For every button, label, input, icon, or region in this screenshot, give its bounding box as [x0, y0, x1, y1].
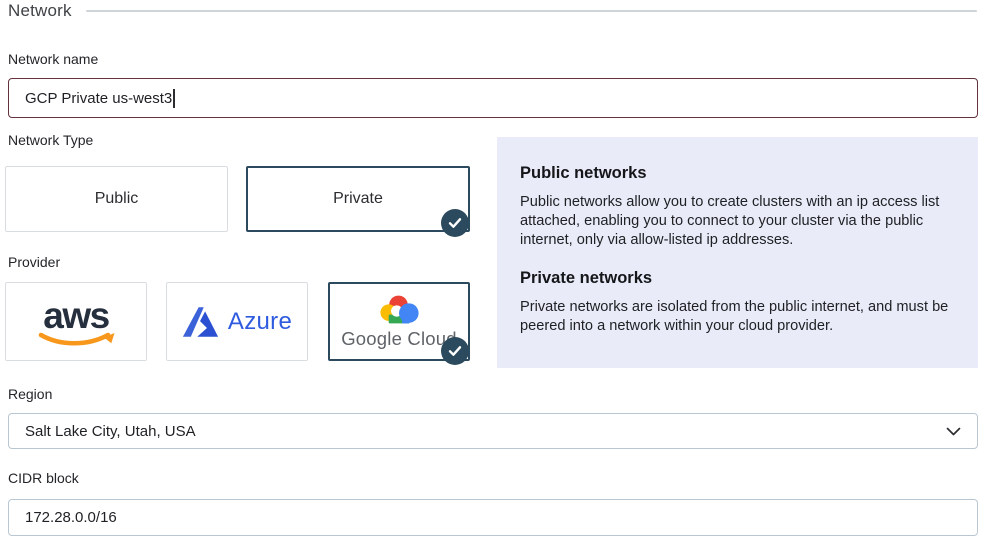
network-form: Network Network name GCP Private us-west…: [0, 0, 983, 541]
region-label: Region: [8, 386, 52, 402]
chevron-down-icon: [946, 427, 961, 436]
network-name-value: GCP Private us-west3: [25, 90, 172, 107]
network-type-option-public[interactable]: Public: [5, 166, 228, 232]
section-header: Network: [8, 1, 977, 21]
provider-label: Provider: [8, 254, 60, 270]
network-type-option-label: Public: [95, 190, 139, 208]
google-cloud-icon: [377, 293, 421, 326]
cidr-block-value: 172.28.0.0/16: [25, 509, 117, 526]
info-body: Public networks allow you to create clus…: [520, 193, 954, 250]
selected-check-badge: [441, 337, 469, 365]
check-icon: [448, 345, 462, 357]
info-heading: Private networks: [520, 269, 954, 288]
provider-option-google-cloud[interactable]: Google Cloud: [328, 282, 470, 361]
info-body: Private networks are isolated from the p…: [520, 298, 954, 336]
aws-logo-text: aws: [43, 295, 109, 336]
azure-logo-icon: [182, 306, 219, 338]
selected-check-badge: [441, 209, 469, 237]
region-select[interactable]: Salt Lake City, Utah, USA: [8, 413, 978, 449]
network-type-option-label: Private: [333, 190, 383, 208]
network-type-option-private[interactable]: Private: [246, 166, 470, 232]
provider-option-aws[interactable]: aws: [5, 282, 147, 361]
public-networks-info: Public networks Public networks allow yo…: [520, 164, 954, 250]
cidr-block-label: CIDR block: [8, 470, 79, 486]
section-divider: [86, 10, 977, 12]
text-caret: [173, 89, 175, 108]
section-title: Network: [8, 1, 72, 21]
google-cloud-logo: Google Cloud: [341, 293, 457, 350]
cidr-block-input[interactable]: 172.28.0.0/16: [8, 499, 978, 536]
info-heading: Public networks: [520, 164, 954, 183]
network-type-label: Network Type: [8, 132, 93, 148]
network-info-panel: Public networks Public networks allow yo…: [497, 137, 978, 368]
check-icon: [448, 217, 462, 229]
aws-logo-icon: aws: [28, 294, 124, 350]
provider-option-azure[interactable]: Azure: [166, 282, 308, 361]
azure-logo-text: Azure: [228, 308, 292, 336]
network-name-label: Network name: [8, 51, 98, 67]
private-networks-info: Private networks Private networks are is…: [520, 269, 954, 336]
azure-logo: Azure: [182, 306, 292, 338]
network-name-input[interactable]: GCP Private us-west3: [8, 78, 978, 118]
google-cloud-logo-text: Google Cloud: [341, 328, 457, 350]
region-selected-value: Salt Lake City, Utah, USA: [25, 423, 196, 440]
